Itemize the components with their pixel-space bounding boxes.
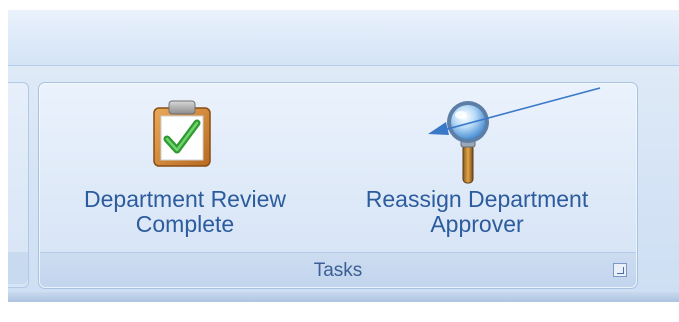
screenshot-frame: Department Review Complete Reassign Depa…: [0, 0, 679, 322]
tasks-group: Department Review Complete Reassign Depa…: [38, 82, 638, 289]
ribbon-bottom-edge: [8, 292, 679, 302]
button-label-line: Complete: [135, 211, 235, 237]
reassign-department-approver-label: Reassign Department Approver: [327, 187, 627, 237]
dialog-launcher-glyph: [617, 267, 624, 274]
dialog-launcher-icon[interactable]: [613, 263, 627, 277]
clipboard-check-icon: [153, 100, 211, 167]
magnifier-icon: [447, 101, 489, 184]
ribbon-tab-strip: [8, 10, 679, 66]
department-review-complete-button[interactable]: Department Review Complete: [49, 95, 321, 245]
reassign-department-approver-button[interactable]: Reassign Department Approver: [327, 95, 627, 245]
previous-group-caption: [8, 252, 28, 284]
button-label-line: Reassign Department: [365, 186, 589, 212]
group-caption-label: Tasks: [313, 260, 363, 281]
button-label-line: Approver: [430, 211, 524, 237]
button-label-line: Department Review: [84, 186, 286, 212]
group-caption-bar: Tasks: [40, 252, 636, 287]
department-review-complete-label: Department Review Complete: [49, 187, 321, 237]
